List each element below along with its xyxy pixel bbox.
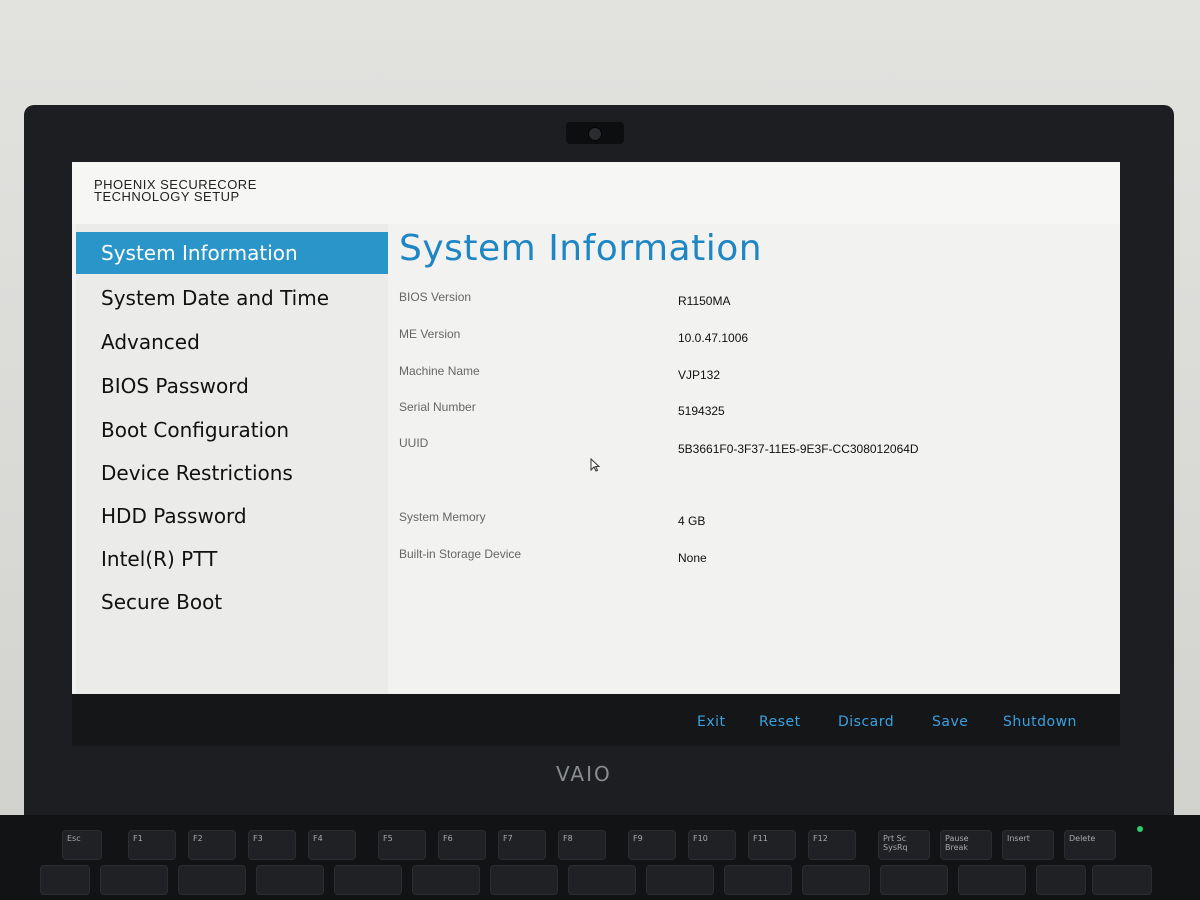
keyboard-key xyxy=(256,865,324,895)
webcam-icon xyxy=(588,127,602,141)
keyboard-key xyxy=(178,865,246,895)
sidebar-item-device-restrictions[interactable]: Device Restrictions xyxy=(76,452,388,494)
machine-name-value: VJP132 xyxy=(678,368,721,382)
sidebar-item-secure-boot[interactable]: Secure Boot xyxy=(76,581,388,623)
setup-header: PHOENIX SECURECORE TECHNOLOGY SETUP xyxy=(72,162,1120,224)
action-bar: Exit Reset Discard Save Shutdown xyxy=(72,694,1120,746)
reset-button[interactable]: Reset xyxy=(759,714,801,730)
f10-key: F10 xyxy=(688,830,736,860)
f11-key: F11 xyxy=(748,830,796,860)
keyboard-key xyxy=(724,865,792,895)
f5-key: F5 xyxy=(378,830,426,860)
f8-key: F8 xyxy=(558,830,606,860)
sidebar-item-bios-password[interactable]: BIOS Password xyxy=(76,365,388,407)
bios-version-value: R1150MA xyxy=(678,294,731,308)
keyboard-key xyxy=(802,865,870,895)
power-indicator-icon xyxy=(1137,826,1143,832)
bios-screen: PHOENIX SECURECORE TECHNOLOGY SETUP Syst… xyxy=(72,162,1120,694)
keyboard-area: Esc F1 F2 F3 F4 F5 F6 F7 F8 F9 F10 F11 F… xyxy=(0,815,1200,900)
save-button[interactable]: Save xyxy=(932,714,968,730)
sidebar-item-intel-ptt[interactable]: Intel(R) PTT xyxy=(76,538,388,580)
keyboard-key xyxy=(490,865,558,895)
system-memory-value: 4 GB xyxy=(678,514,706,528)
keyboard-key xyxy=(334,865,402,895)
f9-key: F9 xyxy=(628,830,676,860)
sidebar-item-system-information[interactable]: System Information xyxy=(76,232,388,274)
keyboard-key xyxy=(646,865,714,895)
f1-key: F1 xyxy=(128,830,176,860)
system-memory-label: System Memory xyxy=(399,510,486,524)
brand-line-2: TECHNOLOGY SETUP xyxy=(94,189,240,204)
sidebar-item-hdd-password[interactable]: HDD Password xyxy=(76,495,388,537)
me-version-label: ME Version xyxy=(399,327,461,341)
mouse-cursor-icon xyxy=(590,458,600,472)
uuid-label: UUID xyxy=(399,436,429,450)
me-version-value: 10.0.47.1006 xyxy=(678,331,749,345)
keyboard-key xyxy=(100,865,168,895)
main-content: System Information BIOS Version R1150MA … xyxy=(388,224,1120,694)
esc-key: Esc xyxy=(62,830,102,860)
machine-name-label: Machine Name xyxy=(399,364,480,378)
serial-number-value: 5194325 xyxy=(678,404,725,418)
f4-key: F4 xyxy=(308,830,356,860)
bios-version-label: BIOS Version xyxy=(399,290,472,304)
f7-key: F7 xyxy=(498,830,546,860)
page-title: System Information xyxy=(399,228,763,269)
brand-title: PHOENIX SECURECORE TECHNOLOGY SETUP xyxy=(94,178,257,204)
keyboard-key xyxy=(568,865,636,895)
delete-key: Delete xyxy=(1064,830,1116,860)
f12-key: F12 xyxy=(808,830,856,860)
insert-key: Insert xyxy=(1002,830,1054,860)
f6-key: F6 xyxy=(438,830,486,860)
sidebar-menu: System Information System Date and Time … xyxy=(76,224,388,694)
storage-device-label: Built-in Storage Device xyxy=(399,547,522,561)
sidebar-item-advanced[interactable]: Advanced xyxy=(76,321,388,363)
sidebar-item-boot-configuration[interactable]: Boot Configuration xyxy=(76,409,388,451)
keyboard-key xyxy=(880,865,948,895)
serial-number-label: Serial Number xyxy=(399,400,476,414)
pause-key: Pause Break xyxy=(940,830,992,860)
keyboard-key xyxy=(1036,865,1086,895)
sidebar-item-system-date-and-time[interactable]: System Date and Time xyxy=(76,277,388,319)
keyboard-key xyxy=(412,865,480,895)
f3-key: F3 xyxy=(248,830,296,860)
exit-button[interactable]: Exit xyxy=(697,714,726,730)
prtsc-key: Prt Sc SysRq xyxy=(878,830,930,860)
storage-device-value: None xyxy=(678,551,707,565)
f2-key: F2 xyxy=(188,830,236,860)
keyboard-key xyxy=(40,865,90,895)
discard-button[interactable]: Discard xyxy=(838,714,894,730)
shutdown-button[interactable]: Shutdown xyxy=(1003,714,1077,730)
vaio-logo: VAIO xyxy=(556,762,612,786)
keyboard-key xyxy=(958,865,1026,895)
uuid-value: 5B3661F0-3F37-11E5-9E3F-CC308012064D xyxy=(678,442,919,456)
backspace-key xyxy=(1092,865,1152,895)
